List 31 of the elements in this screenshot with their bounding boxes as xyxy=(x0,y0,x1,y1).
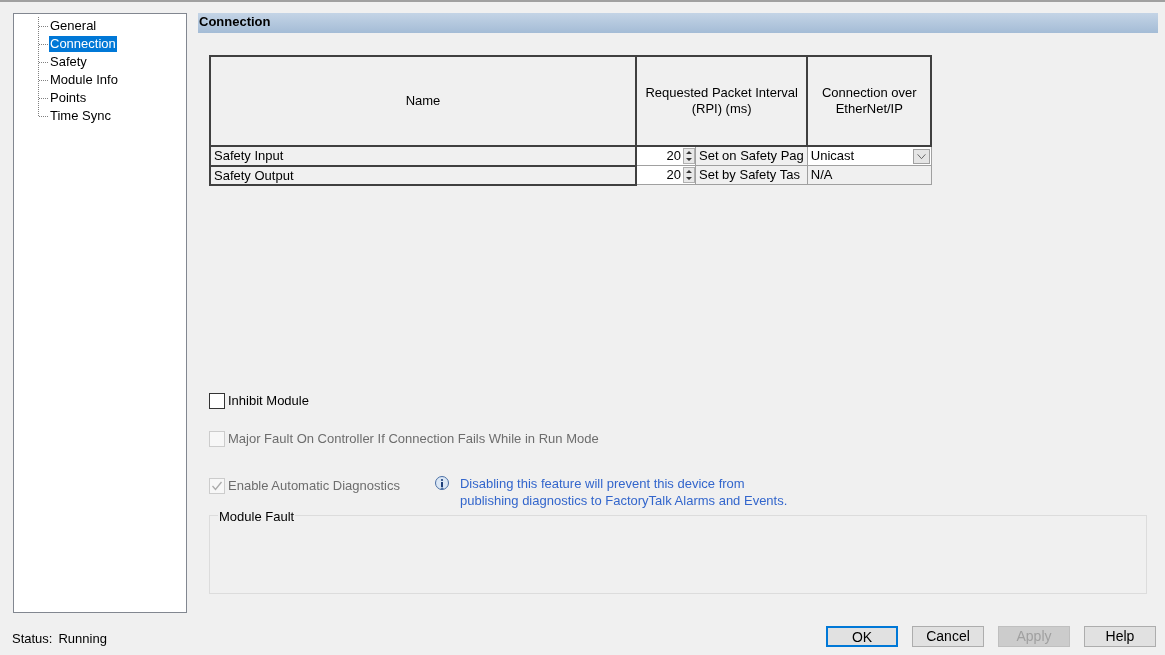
checkbox-label: Major Fault On Controller If Connection Fails While in Run Mode xyxy=(228,429,599,448)
column-header: Connection over EtherNet/IP xyxy=(807,56,932,146)
column-header: Requested Packet Interval (RPI) (ms) xyxy=(636,56,808,146)
tree-item[interactable]: General xyxy=(49,18,98,34)
rpi-spinner[interactable]: 20 xyxy=(637,147,696,165)
status-value: Running xyxy=(58,630,107,648)
tree-item[interactable]: Module Info xyxy=(49,72,119,88)
column-header: Name xyxy=(210,56,636,146)
table-cell-text: Set by Safety Tas xyxy=(698,166,801,184)
tree-item[interactable]: Safety xyxy=(49,54,88,70)
info-icon xyxy=(434,475,450,492)
dialog-button[interactable]: Help xyxy=(1084,626,1156,647)
spin-arrows-icon[interactable] xyxy=(685,149,693,163)
info-note: Disabling this feature will prevent this device from publishing diagnostics to FactoryTalk Alarms and Events. xyxy=(460,474,789,509)
rpi-spinner[interactable]: 20 xyxy=(637,166,696,184)
checkbox[interactable] xyxy=(209,392,225,409)
table-cell-text: Set on Safety Pag xyxy=(698,147,805,165)
spin-arrows-icon[interactable] xyxy=(685,168,693,182)
tree-item[interactable]: Connection xyxy=(49,36,117,52)
connection-dropdown[interactable]: Unicast xyxy=(807,147,931,165)
tree-item[interactable]: Time Sync xyxy=(49,108,112,124)
dialog-button[interactable]: OK xyxy=(826,626,898,647)
status-label: Status: xyxy=(12,630,53,648)
section-header: Connection xyxy=(198,13,1158,33)
table-cell: Safety Input xyxy=(210,146,636,166)
tree-item[interactable]: Points xyxy=(49,90,88,106)
checkbox-label: Enable Automatic Diagnostics xyxy=(228,476,400,495)
chevron-down-icon[interactable] xyxy=(912,148,930,164)
table-cell-text: N/A xyxy=(809,166,834,184)
dialog-button[interactable]: Cancel xyxy=(912,626,984,647)
checkbox-label: Inhibit Module xyxy=(228,391,309,410)
